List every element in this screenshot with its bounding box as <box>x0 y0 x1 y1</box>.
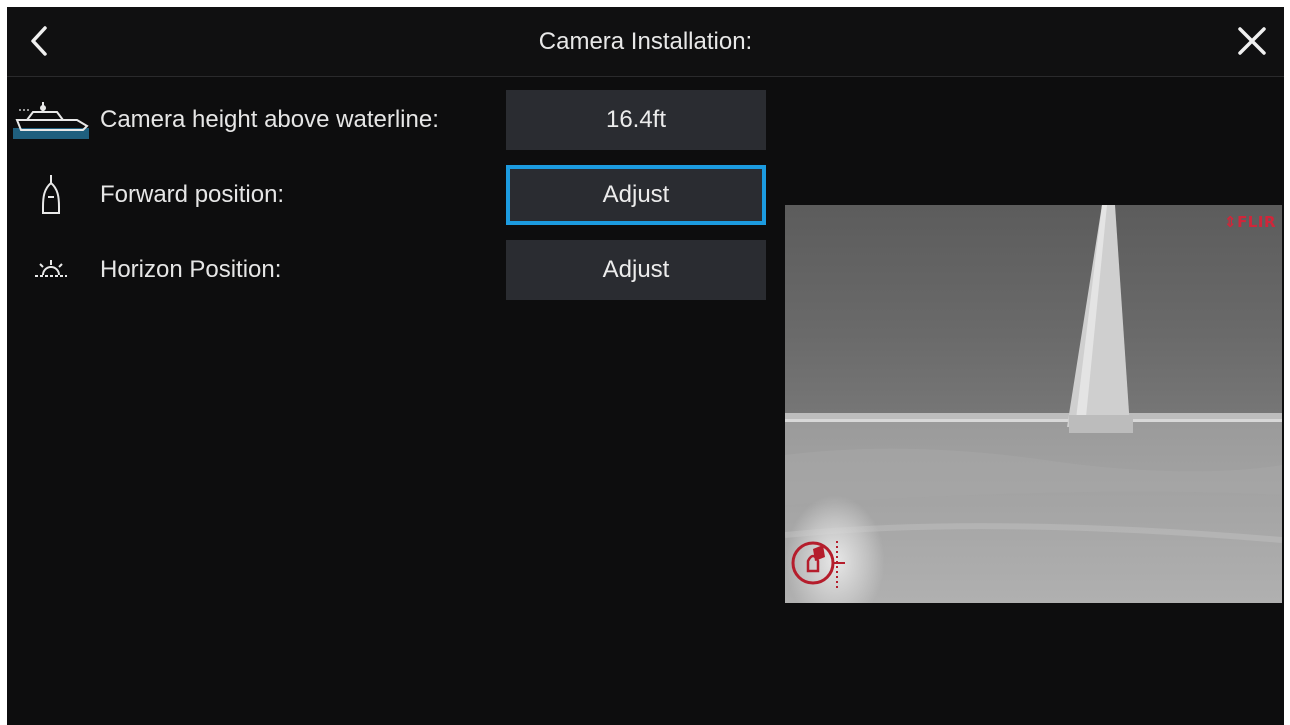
thermal-camera-preview: ⇕FLIR <box>785 205 1282 603</box>
horizon-position-adjust-button[interactable]: Adjust <box>506 240 766 300</box>
camera-installation-screen: Camera Installation: Camera height above… <box>7 7 1284 725</box>
horizon-position-label: Horizon Position: <box>100 256 282 283</box>
flir-logo-text: FLIR <box>1237 213 1276 231</box>
close-icon <box>1238 27 1266 55</box>
setting-row-camera-height: Camera height above waterline: 16.4ft <box>7 90 777 150</box>
close-button[interactable] <box>1230 19 1274 63</box>
camera-height-value-button[interactable]: 16.4ft <box>506 90 766 150</box>
setting-row-forward-position: Forward position: Adjust <box>7 165 777 225</box>
forward-position-adjust-button[interactable]: Adjust <box>506 165 766 225</box>
forward-position-label: Forward position: <box>100 181 285 208</box>
horizon-sunrise-icon <box>7 240 95 300</box>
camera-height-label: Camera height above waterline: <box>100 106 439 133</box>
forward-position-icon <box>7 165 95 225</box>
back-button[interactable] <box>17 19 61 63</box>
flir-logo: ⇕FLIR <box>1224 213 1276 231</box>
flir-logo-mark-icon: ⇕ <box>1223 213 1238 231</box>
chevron-left-icon <box>31 26 47 56</box>
setting-row-horizon-position: Horizon Position: Adjust <box>7 240 777 300</box>
page-title: Camera Installation: <box>538 28 753 55</box>
camera-heading-indicator-icon <box>791 541 845 589</box>
header-bar: Camera Installation: <box>7 7 1284 77</box>
boat-waterline-icon <box>7 90 95 150</box>
